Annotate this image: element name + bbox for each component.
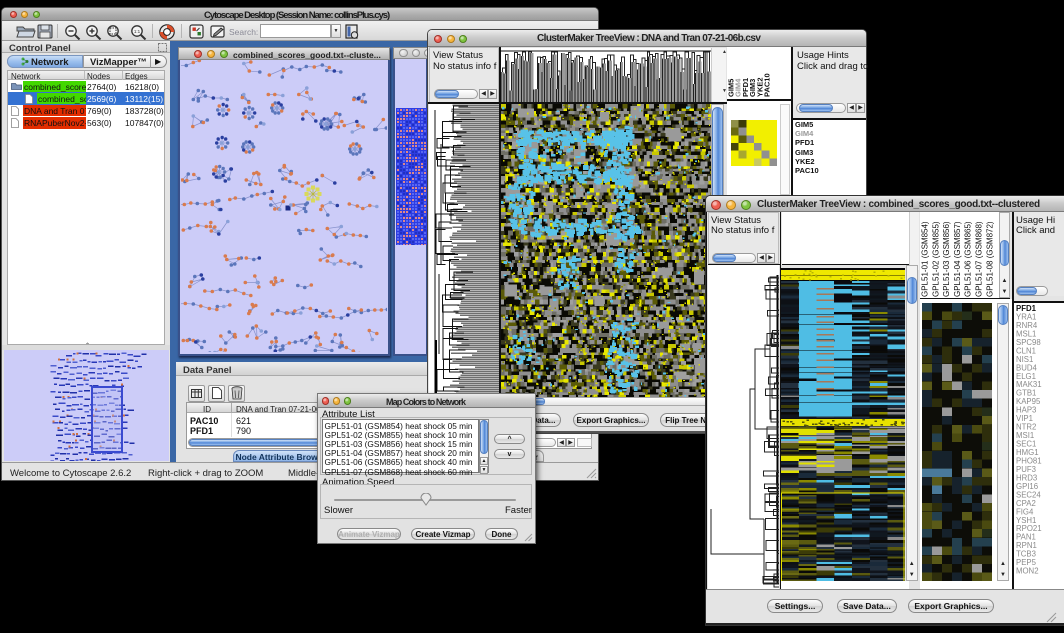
svg-text:1:1: 1:1 <box>134 29 141 34</box>
svg-text:GPL51-07 (GSM868): GPL51-07 (GSM868) <box>975 221 984 297</box>
svg-text:MON2: MON2 <box>1016 567 1039 576</box>
svg-text:GPL51-04 (GSM857): GPL51-04 (GSM857) <box>953 221 962 297</box>
svg-text:PAC10: PAC10 <box>763 73 772 97</box>
svg-text:GPL51-03 (GSM856): GPL51-03 (GSM856) <box>942 221 951 297</box>
svg-text:GPL51-01 (GSM854): GPL51-01 (GSM854) <box>921 221 930 297</box>
svg-text:GPL51-06 (GSM865): GPL51-06 (GSM865) <box>964 221 973 297</box>
svg-text:GPL51-02 (GSM855): GPL51-02 (GSM855) <box>931 221 940 297</box>
svg-text:GPL51-08 (GSM872): GPL51-08 (GSM872) <box>985 221 994 297</box>
